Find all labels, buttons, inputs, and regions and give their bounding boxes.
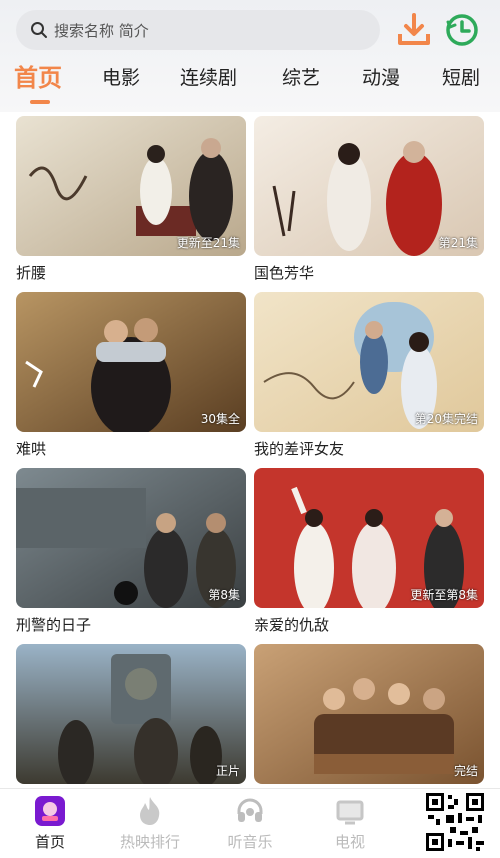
video-title: 我的差评女友 (254, 440, 345, 458)
download-button[interactable] (396, 12, 432, 48)
episode-badge: 更新至第8集 (410, 588, 478, 602)
episode-badge: 第20集完结 (414, 412, 478, 426)
video-card[interactable]: 正片 (16, 644, 246, 784)
nav-tv[interactable]: 电视 (310, 795, 390, 855)
active-tab-indicator (30, 100, 50, 104)
video-title: 刑警的日子 (16, 616, 92, 634)
video-card[interactable]: 完结 (254, 644, 484, 784)
video-card[interactable]: 第21集 国色芳华 (254, 116, 484, 284)
video-card[interactable]: 第20集完结 我的差评女友 (254, 292, 484, 460)
nav-hot-ranking[interactable]: 热映排行 (110, 795, 190, 855)
episode-badge: 第21集 (438, 236, 478, 250)
nav-hot-ranking-label: 热映排行 (119, 833, 180, 851)
episode-badge: 更新至21集 (176, 236, 240, 250)
video-title: 亲爱的仇敌 (254, 616, 330, 634)
tab-short-drama[interactable]: 短剧 (442, 58, 480, 98)
tv-icon (334, 795, 366, 827)
video-card[interactable]: 第8集 刑警的日子 (16, 468, 246, 636)
qr-code-icon[interactable] (424, 791, 486, 853)
video-title: 国色芳华 (254, 264, 315, 282)
search-icon (28, 19, 50, 41)
flame-icon (134, 795, 166, 827)
home-app-icon (34, 795, 66, 827)
nav-tv-label: 电视 (334, 833, 365, 851)
video-thumbnail[interactable]: 第8集 (16, 468, 246, 608)
category-tabs: 首页 电影 连续剧 综艺 动漫 短剧 (0, 58, 500, 108)
video-thumbnail[interactable]: 完结 (254, 644, 484, 784)
video-thumbnail[interactable]: 第20集完结 (254, 292, 484, 432)
video-title: 折腰 (16, 264, 47, 282)
episode-badge: 完结 (453, 764, 478, 778)
video-thumbnail[interactable]: 第21集 (254, 116, 484, 256)
episode-badge: 30集全 (200, 412, 240, 426)
download-icon (398, 13, 430, 45)
video-thumbnail[interactable]: 更新至第8集 (254, 468, 484, 608)
video-title: 难哄 (16, 440, 47, 458)
history-button[interactable] (444, 12, 480, 48)
search-bar[interactable]: 搜索名称 简介 (16, 10, 380, 50)
nav-home[interactable]: 首页 (10, 795, 90, 855)
video-thumbnail[interactable]: 更新至21集 (16, 116, 246, 256)
nav-home-label: 首页 (34, 833, 65, 851)
tab-home[interactable]: 首页 (14, 58, 62, 98)
tab-variety[interactable]: 综艺 (282, 58, 320, 98)
headphones-icon (234, 795, 266, 827)
video-thumbnail[interactable]: 30集全 (16, 292, 246, 432)
tab-series[interactable]: 连续剧 (180, 58, 237, 98)
nav-music-label: 听音乐 (227, 833, 273, 851)
tab-movies[interactable]: 电影 (102, 58, 140, 98)
top-header: 搜索名称 简介 首页 电影 连续剧 综艺 动漫 短剧 (0, 0, 500, 112)
video-thumbnail[interactable]: 正片 (16, 644, 246, 784)
episode-badge: 正片 (215, 764, 240, 778)
video-card[interactable]: 更新至21集 折腰 (16, 116, 246, 284)
nav-music[interactable]: 听音乐 (210, 795, 290, 855)
search-placeholder: 搜索名称 简介 (54, 21, 149, 40)
tab-anime[interactable]: 动漫 (362, 58, 400, 98)
bottom-navigation: 首页 热映排行 听音乐 电视 (0, 788, 500, 858)
video-card[interactable]: 更新至第8集 亲爱的仇敌 (254, 468, 484, 636)
episode-badge: 第8集 (208, 588, 240, 602)
clock-icon (446, 14, 478, 46)
video-grid: 更新至21集 折腰 第21集 国色芳华 30集全 难哄 第20集完结 我的差评女… (0, 112, 500, 788)
video-card[interactable]: 30集全 难哄 (16, 292, 246, 460)
